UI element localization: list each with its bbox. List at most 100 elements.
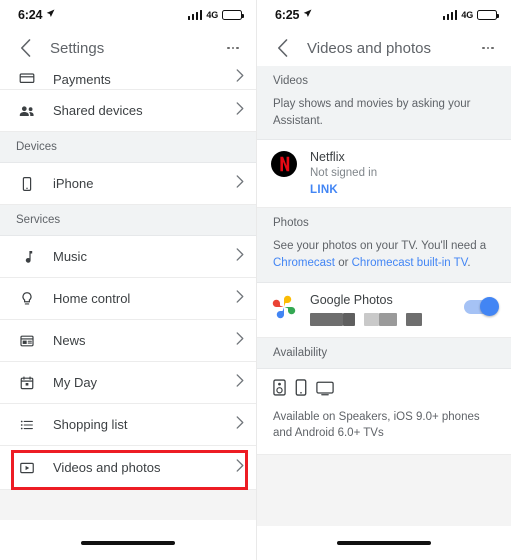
videos-section: Videos Play shows and movies by asking y…: [257, 66, 511, 141]
network-type-label: 4G: [206, 10, 218, 20]
left-phone-screen: 6:24 4G Settings Payments Shared devices…: [0, 0, 256, 560]
lightbulb-icon: [16, 288, 38, 310]
clock-time: 6:25: [275, 8, 300, 22]
right-nav-bar: Videos and photos: [257, 30, 511, 66]
sidebar-item-iphone[interactable]: iPhone: [0, 163, 256, 205]
google-photos-pinwheel-icon: [271, 294, 297, 320]
list-bottom-filler: [0, 490, 256, 520]
back-button[interactable]: [14, 37, 36, 59]
phone-icon: [295, 378, 307, 401]
sidebar-item-label: My Day: [53, 375, 98, 390]
video-box-icon: [16, 457, 38, 479]
sidebar-item-home-control[interactable]: Home control: [0, 278, 256, 320]
dual-phone-screenshot: 6:24 4G Settings Payments Shared devices…: [0, 0, 511, 560]
sidebar-item-videos-and-photos[interactable]: Videos and photos: [0, 446, 256, 490]
right-phone-screen: 6:25 4G Videos and photos Videos Play sh…: [256, 0, 511, 560]
status-bar-left: 6:25: [275, 8, 312, 22]
availability-icons: [273, 378, 495, 401]
left-nav-bar: Settings: [0, 30, 256, 66]
videos-and-photos-content: Videos Play shows and movies by asking y…: [257, 66, 511, 544]
battery-icon: [222, 10, 244, 20]
status-bar-left: 6:24: [18, 8, 55, 22]
status-bar-right: 4G: [442, 10, 499, 20]
chevron-right-icon: [236, 373, 244, 392]
overflow-menu-icon[interactable]: [222, 37, 244, 59]
photos-description: See your photos on your TV. You'll need …: [273, 238, 495, 271]
redacted-account-email: [310, 312, 464, 326]
payment-card-icon: [16, 65, 38, 87]
right-home-indicator-area: [257, 526, 511, 560]
google-photos-toggle[interactable]: [464, 296, 499, 316]
news-icon: [16, 330, 38, 352]
sidebar-item-news[interactable]: News: [0, 320, 256, 362]
section-header-videos: Videos: [273, 75, 308, 87]
section-header-devices: Devices: [0, 132, 256, 163]
chevron-right-icon: [236, 289, 244, 308]
page-title: Videos and photos: [307, 39, 431, 57]
availability-block: Available on Speakers, iOS 9.0+ phones a…: [257, 368, 511, 456]
google-photos-row[interactable]: Google Photos: [257, 282, 511, 338]
home-indicator[interactable]: [337, 541, 431, 545]
sidebar-item-music[interactable]: Music: [0, 236, 256, 278]
left-status-bar: 6:24 4G: [0, 0, 256, 30]
calendar-icon: [16, 372, 38, 394]
phone-icon: [16, 173, 38, 195]
section-header-availability: Availability: [273, 346, 328, 359]
netflix-link-button[interactable]: LINK: [310, 184, 497, 196]
chromecast-built-in-link[interactable]: Chromecast built-in TV: [352, 257, 468, 269]
section-header-photos: Photos: [273, 217, 309, 230]
sidebar-item-label: Music: [53, 249, 87, 264]
sidebar-item-shared-devices[interactable]: Shared devices: [0, 90, 256, 132]
music-note-icon: [16, 246, 38, 268]
videos-description: Play shows and movies by asking your Ass…: [273, 98, 471, 127]
back-button[interactable]: [271, 37, 293, 59]
page-title: Settings: [50, 39, 105, 57]
chromecast-link[interactable]: Chromecast: [273, 257, 335, 269]
chevron-right-icon: [236, 174, 244, 193]
overflow-menu-icon[interactable]: [477, 37, 499, 59]
google-photos-name: Google Photos: [310, 292, 393, 307]
photos-text-after: .: [467, 257, 471, 270]
right-status-bar: 6:25 4G: [257, 0, 511, 30]
chevron-right-icon: [236, 415, 244, 434]
home-indicator[interactable]: [81, 541, 175, 545]
chevron-right-icon: [236, 101, 244, 120]
netflix-account-row[interactable]: Netflix Not signed in LINK: [257, 140, 511, 209]
chevron-right-icon: [236, 247, 244, 266]
section-header-services: Services: [0, 205, 256, 236]
signal-bars-icon: [187, 10, 203, 20]
photos-text-before: See your photos on your TV. You'll need …: [273, 240, 487, 253]
sidebar-item-label: Payments: [53, 72, 111, 87]
google-photos-info: Google Photos: [310, 293, 464, 326]
sidebar-item-shopping-list[interactable]: Shopping list: [0, 404, 256, 446]
netflix-name: Netflix: [310, 150, 345, 165]
clock-time: 6:24: [18, 8, 43, 22]
sidebar-item-label: Shared devices: [53, 103, 143, 118]
people-icon: [16, 100, 38, 122]
availability-section: Availability: [257, 337, 511, 369]
settings-list[interactable]: Payments Shared devices Devices iPhone S…: [0, 66, 256, 520]
network-type-label: 4G: [461, 10, 473, 20]
sidebar-item-my-day[interactable]: My Day: [0, 362, 256, 404]
status-bar-right: 4G: [187, 10, 244, 20]
sidebar-item-label: News: [53, 333, 86, 348]
list-icon: [16, 414, 38, 436]
sidebar-item-payments[interactable]: Payments: [0, 66, 256, 90]
sidebar-item-label: iPhone: [53, 176, 94, 191]
location-arrow-icon: [303, 9, 312, 21]
photos-section: Photos See your photos on your TV. You'l…: [257, 208, 511, 283]
sidebar-item-label: Videos and photos: [53, 460, 161, 475]
location-arrow-icon: [46, 9, 55, 21]
signal-bars-icon: [442, 10, 458, 20]
sidebar-item-label: Home control: [53, 291, 131, 306]
chevron-right-icon: [236, 458, 244, 477]
tv-icon: [316, 381, 334, 401]
speaker-icon: [273, 379, 286, 401]
photos-text-mid: or: [335, 257, 352, 270]
battery-icon: [477, 10, 499, 20]
chevron-right-icon: [236, 69, 244, 87]
chevron-right-icon: [236, 331, 244, 350]
netflix-logo: [271, 151, 297, 178]
left-home-indicator-area: [0, 526, 256, 560]
netflix-status: Not signed in: [310, 167, 378, 180]
